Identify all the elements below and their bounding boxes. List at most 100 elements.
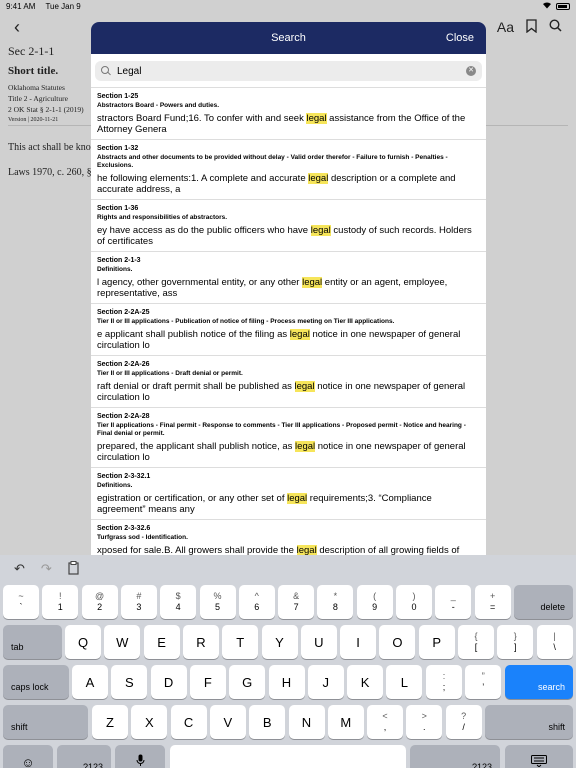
key-shift-char: % (213, 591, 222, 601)
delete-key[interactable]: delete (514, 585, 573, 619)
key-a[interactable]: A (72, 665, 108, 699)
status-time: 9:41 AM (6, 1, 36, 11)
key-r[interactable]: R (182, 625, 219, 659)
key-l[interactable]: L (386, 665, 423, 699)
dictation-key[interactable] (115, 745, 165, 768)
key-5[interactable]: % 5 (199, 585, 236, 619)
key-char: = (489, 602, 496, 612)
key-label: E (157, 634, 166, 650)
key-1[interactable]: ! 1 (42, 585, 79, 619)
key-7[interactable]: & 7 (278, 585, 315, 619)
key-label: G (242, 674, 253, 690)
emoji-key[interactable]: ☺ (3, 745, 53, 768)
search-input[interactable] (117, 65, 466, 77)
key-shift-char: @ (95, 591, 105, 601)
key-k[interactable]: K (347, 665, 384, 699)
font-size-button[interactable]: Aa (497, 19, 514, 35)
key-m[interactable]: M (327, 705, 364, 739)
search-result-item[interactable]: Section 2-3-32.6 Turfgrass sod - Identifi… (91, 520, 486, 555)
key-bracket-0[interactable]: {[ (458, 625, 494, 659)
key-label: X (144, 714, 154, 730)
key-sym-0[interactable]: <, (367, 705, 403, 739)
search-key[interactable]: search (505, 665, 573, 699)
search-result-item[interactable]: Section 2-2A-28 Tier II applications - Fi… (91, 408, 486, 468)
key-char: 5 (214, 602, 220, 612)
key-d[interactable]: D (150, 665, 187, 699)
key-shift-char: ^ (254, 591, 259, 601)
search-result-item[interactable]: Section 2-3-32.1 Definitions. egistration … (91, 468, 486, 520)
paste-icon[interactable] (68, 560, 80, 578)
numbers-key-right[interactable]: .?123 (410, 745, 500, 768)
key-4[interactable]: $4 (160, 585, 197, 619)
key-z[interactable]: Z (92, 705, 128, 739)
key-sym-1[interactable]: >. (406, 705, 443, 739)
keyboard-toolbar: ↶ ↷ (0, 555, 576, 583)
tab-key[interactable]: tab (3, 625, 62, 659)
key-u[interactable]: U (300, 625, 337, 659)
back-icon[interactable]: ‹ (14, 17, 20, 38)
clear-icon[interactable]: ✕ (466, 66, 476, 76)
key-shift-char: & (293, 591, 300, 601)
redo-icon[interactable]: ↷ (41, 561, 52, 577)
key-6[interactable]: ^ 6 (238, 585, 275, 619)
key-n[interactable]: N (288, 705, 325, 739)
key-i[interactable]: I (340, 625, 377, 659)
result-heading: Tier II applications - Final permit - Re… (97, 422, 466, 437)
key-bracket-2[interactable]: | \ (536, 625, 573, 659)
key-t[interactable]: T (222, 625, 259, 659)
key-label: L (400, 674, 408, 690)
key--[interactable]: _ - (435, 585, 472, 619)
search-result-item[interactable]: Section 2-2A-25 Tier II or III applicatio… (91, 304, 486, 356)
key-e[interactable]: E (143, 625, 180, 659)
key-p[interactable]: P (418, 625, 455, 659)
undo-icon[interactable]: ↶ (14, 561, 25, 577)
result-section: Section 2-2A-25 (97, 309, 150, 316)
key-sym-2[interactable]: ? / (445, 705, 482, 739)
search-result-item[interactable]: Section 2-2A-26 Tier II or III applicatio… (91, 356, 486, 408)
shift-left-key[interactable]: shift (3, 705, 88, 739)
caps-lock-key[interactable]: caps lock (3, 665, 69, 699)
search-bar[interactable]: ✕ (95, 61, 482, 81)
key-f[interactable]: F (189, 665, 226, 699)
key-9[interactable]: (9 (356, 585, 393, 619)
search-results[interactable]: Section 1-25 Abstractors Board - Powers a… (91, 87, 486, 555)
search-result-item[interactable]: Section 1-32 Abstracts and other document… (91, 140, 486, 200)
key-3[interactable]: #3 (120, 585, 157, 619)
key-bracket-1[interactable]: }] (497, 625, 534, 659)
key-=[interactable]: + = (474, 585, 511, 619)
key-0[interactable]: ) 0 (396, 585, 432, 619)
key-2[interactable]: @2 (81, 585, 118, 619)
key-v[interactable]: V (209, 705, 246, 739)
space-bar[interactable] (170, 745, 406, 768)
close-button[interactable]: Close (446, 32, 474, 44)
search-result-item[interactable]: Section 2-1-3 Definitions. l agency, other… (91, 252, 486, 304)
key-8[interactable]: * 8 (317, 585, 354, 619)
numbers-key-left[interactable]: .?123 (57, 745, 111, 768)
key-w[interactable]: W (104, 625, 141, 659)
search-result-item[interactable]: Section 1-25 Abstractors Board - Powers a… (91, 88, 486, 140)
key-`[interactable]: ~ ` (3, 585, 39, 619)
bookmark-icon[interactable] (526, 18, 537, 36)
key-punct-1[interactable]: ”’ (465, 665, 502, 699)
key-s[interactable]: S (111, 665, 148, 699)
key-shift-char: ! (59, 591, 62, 601)
key-label: shift (548, 722, 565, 732)
key-j[interactable]: J (307, 665, 344, 699)
snippet-pre: ey have access as do the public officers… (97, 225, 311, 236)
dismiss-keyboard-key[interactable] (505, 745, 573, 768)
key-y[interactable]: Y (261, 625, 298, 659)
key-x[interactable]: X (131, 705, 168, 739)
search-icon[interactable] (549, 19, 562, 35)
result-snippet: he following elements:1. A complete and … (97, 173, 480, 195)
key-b[interactable]: B (249, 705, 286, 739)
key-q[interactable]: Q (65, 625, 101, 659)
key-g[interactable]: G (229, 665, 266, 699)
key-punct-0[interactable]: :; (426, 665, 462, 699)
search-result-item[interactable]: Section 1-36 Rights and responsibilities … (91, 200, 486, 252)
status-bar: 9:41 AM Tue Jan 9 (0, 0, 576, 12)
key-o[interactable]: O (379, 625, 416, 659)
key-h[interactable]: H (268, 665, 305, 699)
key-char: 6 (254, 602, 260, 612)
key-c[interactable]: C (170, 705, 207, 739)
shift-right-key[interactable]: shift (485, 705, 573, 739)
